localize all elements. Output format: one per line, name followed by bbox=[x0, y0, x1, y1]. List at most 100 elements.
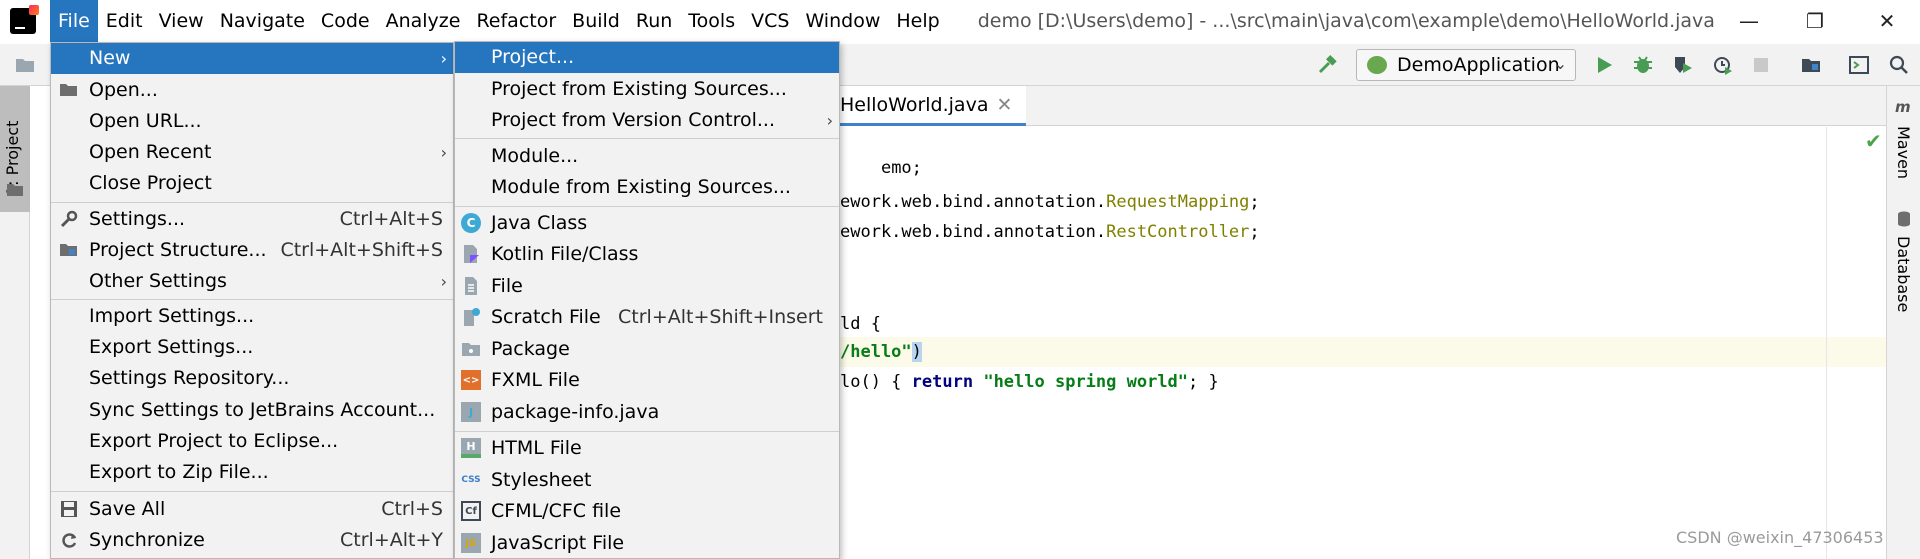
menu-refactor[interactable]: Refactor bbox=[468, 0, 564, 42]
new-menu-item-module-from-existing-sources[interactable]: Module from Existing Sources... bbox=[455, 172, 839, 203]
minimize-button[interactable]: — bbox=[1716, 0, 1782, 42]
refresh-icon bbox=[62, 533, 77, 548]
file-menu-item-open-recent[interactable]: Open Recent › bbox=[51, 137, 453, 168]
menu-view[interactable]: View bbox=[151, 0, 212, 42]
chevron-down-icon: ⌄ bbox=[1553, 54, 1567, 73]
new-menu-item-scratch-file[interactable]: Scratch File Ctrl+Alt+Shift+Insert bbox=[455, 302, 839, 333]
project-structure-icon[interactable] bbox=[1800, 54, 1822, 76]
project-tool-tab[interactable]: 1: Project bbox=[0, 86, 30, 212]
package-icon bbox=[462, 343, 480, 356]
file-menu-item-close-project[interactable]: Close Project bbox=[51, 168, 453, 199]
right-tool-strip: m Maven Database bbox=[1886, 86, 1920, 559]
file-menu-item-open-url[interactable]: Open URL... bbox=[51, 106, 453, 137]
new-menu-item-project-from-existing-sources[interactable]: Project from Existing Sources... bbox=[455, 74, 839, 105]
run-configuration-label: DemoApplication bbox=[1397, 54, 1560, 76]
menu-separator bbox=[51, 202, 453, 203]
build-hammer-icon[interactable] bbox=[1316, 54, 1338, 76]
check-icon: ✔ bbox=[1865, 129, 1882, 153]
terminal-icon[interactable] bbox=[1848, 54, 1870, 76]
file-menu-item-settings[interactable]: Settings... Ctrl+Alt+S bbox=[51, 204, 453, 235]
file-menu-item-export-to-eclipse[interactable]: Export Project to Eclipse... bbox=[51, 426, 453, 457]
file-menu-item-export-settings[interactable]: Export Settings... bbox=[51, 332, 453, 363]
database-icon bbox=[1898, 211, 1910, 227]
maven-tool-tab[interactable]: Maven bbox=[1894, 126, 1913, 179]
menu-run[interactable]: Run bbox=[628, 0, 680, 42]
menu-analyze[interactable]: Analyze bbox=[378, 0, 469, 42]
new-menu-item-kotlin-file-class[interactable]: Kotlin File/Class bbox=[455, 239, 839, 270]
file-menu-item-settings-repository[interactable]: Settings Repository... bbox=[51, 363, 453, 394]
menu-tools[interactable]: Tools bbox=[680, 0, 743, 42]
search-icon[interactable] bbox=[1888, 54, 1910, 76]
profile-icon[interactable] bbox=[1712, 54, 1734, 76]
wrench-icon bbox=[60, 210, 78, 228]
folder-icon[interactable] bbox=[14, 54, 36, 76]
java-file-icon: J bbox=[461, 402, 481, 422]
java-class-icon: C bbox=[461, 213, 481, 233]
stop-icon[interactable] bbox=[1750, 54, 1772, 76]
new-menu-item-cfml-cfc-file[interactable]: Cf CFML/CFC file bbox=[455, 496, 839, 527]
menu-build[interactable]: Build bbox=[564, 0, 628, 42]
editor-tab-bar: HelloWorld.java ✕ bbox=[840, 86, 1886, 126]
menu-vcs[interactable]: VCS bbox=[743, 0, 797, 42]
current-line-highlight bbox=[840, 337, 1886, 367]
close-icon[interactable]: ✕ bbox=[996, 94, 1012, 116]
folder-icon bbox=[7, 184, 23, 196]
intellij-logo-icon bbox=[10, 5, 39, 34]
new-menu-item-module[interactable]: Module... bbox=[455, 141, 839, 172]
kotlin-file-icon bbox=[464, 245, 479, 263]
code-editor[interactable]: ✔ emo; ework.web.bind.annotation.Request… bbox=[840, 127, 1886, 559]
file-menu-item-save-all[interactable]: Save All Ctrl+S bbox=[51, 494, 453, 525]
menu-file[interactable]: File bbox=[50, 0, 98, 42]
spring-boot-icon bbox=[1367, 56, 1387, 74]
file-menu-item-other-settings[interactable]: Other Settings › bbox=[51, 266, 453, 297]
new-menu-item-file[interactable]: File bbox=[455, 271, 839, 302]
right-margin-guide bbox=[1826, 127, 1827, 559]
new-menu-item-package-info-java[interactable]: J package-info.java bbox=[455, 397, 839, 428]
new-menu-item-html-file[interactable]: H HTML File bbox=[455, 433, 839, 464]
menu-code[interactable]: Code bbox=[313, 0, 378, 42]
folder-open-icon bbox=[60, 84, 77, 96]
file-menu-item-project-structure[interactable]: Project Structure... Ctrl+Alt+Shift+S bbox=[51, 235, 453, 266]
save-icon bbox=[61, 501, 77, 517]
scratch-file-icon bbox=[464, 308, 480, 326]
new-menu-item-fxml-file[interactable]: <> FXML File bbox=[455, 365, 839, 396]
chevron-right-icon: › bbox=[440, 49, 447, 68]
menu-separator bbox=[455, 138, 839, 139]
css-file-icon: CSS bbox=[461, 474, 481, 485]
left-tool-strip: 1: Project bbox=[0, 86, 30, 559]
fxml-file-icon: <> bbox=[461, 370, 481, 390]
menu-help[interactable]: Help bbox=[888, 0, 947, 42]
file-menu-item-import-settings[interactable]: Import Settings... bbox=[51, 301, 453, 332]
tab-label: HelloWorld.java bbox=[840, 94, 989, 116]
file-menu-item-open[interactable]: Open... bbox=[51, 75, 453, 106]
window-title: demo [D:\Users\demo] - ...\src\main\java… bbox=[977, 10, 1715, 32]
new-menu-item-stylesheet[interactable]: CSS Stylesheet bbox=[455, 465, 839, 496]
run-configuration-select[interactable]: DemoApplication ⌄ bbox=[1356, 49, 1576, 81]
new-submenu-dropdown: Project... Project from Existing Sources… bbox=[454, 41, 840, 559]
restore-button[interactable]: ❐ bbox=[1782, 0, 1848, 42]
project-structure-icon bbox=[60, 244, 77, 256]
tab-helloworld-java[interactable]: HelloWorld.java ✕ bbox=[840, 86, 1027, 126]
run-icon[interactable] bbox=[1593, 54, 1615, 76]
menu-separator bbox=[51, 299, 453, 300]
menu-navigate[interactable]: Navigate bbox=[212, 0, 313, 42]
file-menu-item-export-to-zip[interactable]: Export to Zip File... bbox=[51, 457, 453, 488]
database-tool-tab[interactable]: Database bbox=[1894, 236, 1913, 312]
run-with-coverage-icon[interactable] bbox=[1672, 54, 1694, 76]
menu-separator bbox=[455, 431, 839, 432]
code-line: ework.web.bind.annotation.RestController… bbox=[840, 222, 1260, 242]
close-window-button[interactable]: ✕ bbox=[1854, 0, 1920, 42]
debug-icon[interactable] bbox=[1632, 54, 1654, 76]
new-menu-item-package[interactable]: Package bbox=[455, 334, 839, 365]
file-menu-item-synchronize[interactable]: Synchronize Ctrl+Alt+Y bbox=[51, 525, 453, 556]
new-menu-item-project[interactable]: Project... bbox=[455, 42, 839, 73]
new-menu-item-javascript-file[interactable]: JS JavaScript File bbox=[455, 528, 839, 559]
file-menu-item-new[interactable]: New › bbox=[51, 43, 453, 74]
new-menu-item-project-from-vcs[interactable]: Project from Version Control... › bbox=[455, 105, 839, 136]
new-menu-item-java-class[interactable]: C Java Class bbox=[455, 208, 839, 239]
file-menu-item-sync-settings[interactable]: Sync Settings to JetBrains Account... bbox=[51, 395, 453, 426]
menu-edit[interactable]: Edit bbox=[98, 0, 151, 42]
code-line: ld { bbox=[840, 314, 881, 334]
file-icon bbox=[465, 277, 477, 295]
menu-window[interactable]: Window bbox=[797, 0, 888, 42]
